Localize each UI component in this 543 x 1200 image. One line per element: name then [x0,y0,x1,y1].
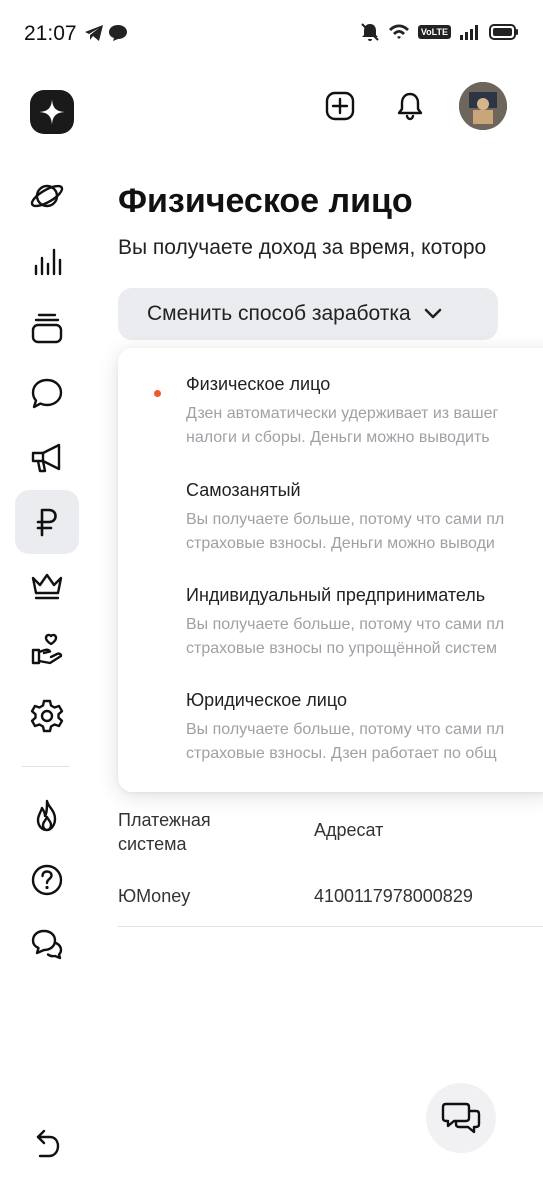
dropdown-item-desc-line1: Вы получаете больше, потому что сами пл [186,721,505,738]
dropdown-item-title: Юридическое лицо [186,690,347,710]
stats-bars-icon [34,248,62,276]
table-header-recipient: Адресат [314,820,384,840]
signal-icon [459,24,481,40]
change-button-label: Сменить способ заработка [147,302,411,325]
dropdown-item-desc-line2: налоги и сборы. Деньги можно выводить [186,429,490,446]
back-button[interactable] [28,1124,68,1164]
sidebar-item-settings[interactable] [15,684,79,748]
dropdown-item-title: Индивидуальный предприниматель [186,585,486,605]
status-time: 21:07 [24,22,77,45]
sidebar-item-help[interactable] [15,848,79,912]
sidebar-divider [22,766,70,767]
dropdown-item-title: Физическое лицо [186,374,331,394]
sidebar-item-support-chat[interactable] [15,912,79,976]
chevron-down-icon [424,308,442,319]
earning-method-dropdown: Физическое лицо Дзен автоматически удерж… [118,348,543,792]
dropdown-item-title: Самозанятый [186,480,301,500]
support-chat-button[interactable] [426,1083,496,1153]
page-title: Физическое лицо [118,182,413,220]
table-cell-payment-system: ЮMoney [118,886,191,906]
avatar[interactable] [459,82,507,130]
selected-dot-icon [154,390,161,397]
crown-icon [31,573,63,600]
dropdown-item-individual[interactable]: Физическое лицо Дзен автоматически удерж… [118,364,543,464]
dropdown-item-legal-entity[interactable]: Юридическое лицо Вы получаете больше, по… [118,680,543,780]
help-icon [31,864,63,896]
table-cell-recipient: 4100117978000829 [314,886,473,906]
dropdown-item-desc-line1: Вы получаете больше, потому что сами пл [186,511,505,528]
dropdown-item-desc-line2: страховые взносы. Деньги можно выводи [186,535,495,552]
ruble-icon [36,508,57,537]
chat-bubbles-icon [31,929,63,960]
avatar-image [459,82,507,130]
dropdown-item-desc-line1: Вы получаете больше, потому что сами пл [186,616,505,633]
dropdown-item-entrepreneur[interactable]: Индивидуальный предприниматель Вы получа… [118,575,543,675]
change-earning-method-button[interactable]: Сменить способ заработка [118,288,498,340]
status-right-icons: VoLTE [360,22,519,42]
sidebar [0,70,98,1200]
dropdown-item-self-employed[interactable]: Самозанятый Вы получаете больше, потому … [118,470,543,570]
chat-icon [441,1102,481,1134]
bell-muted-icon [360,22,380,42]
telegram-icon [84,24,104,42]
hand-heart-icon [31,633,63,665]
planet-icon [30,184,64,208]
sidebar-item-donations[interactable] [15,618,79,682]
bell-icon [397,92,423,121]
comment-bubble-icon [31,378,63,409]
sidebar-item-premium[interactable] [15,554,79,618]
sidebar-item-feed[interactable] [15,164,79,228]
stack-icon [31,313,63,344]
flame-icon [36,799,57,832]
sidebar-item-statistics[interactable] [15,230,79,294]
table-divider [118,926,543,927]
sidebar-item-trending[interactable] [15,784,79,848]
sidebar-item-promotion[interactable] [15,426,79,490]
status-bar: 21:07 VoLTE [0,0,543,70]
table-header-payment-system: Платежная система [118,810,211,854]
dropdown-item-desc-line2: страховые взносы. Дзен работает по общ [186,745,497,762]
sidebar-item-publications[interactable] [15,296,79,360]
wifi-icon [388,23,410,41]
chat-status-icon [108,24,128,42]
back-arrow-icon [36,1129,60,1158]
page-subtitle: Вы получаете доход за время, которо [118,236,487,259]
create-button[interactable] [318,84,362,128]
megaphone-icon [31,443,61,473]
gear-icon [30,699,64,733]
volte-badge: VoLTE [417,25,451,39]
battery-icon [489,24,519,40]
dropdown-item-desc-line2: страховые взносы по упрощённой систем [186,640,497,657]
sidebar-item-comments[interactable] [15,362,79,426]
sidebar-item-income[interactable] [15,490,79,554]
add-icon [325,91,355,121]
notifications-button[interactable] [388,84,432,128]
dropdown-item-desc-line1: Дзен автоматически удерживает из вашег [186,405,499,422]
status-left-icons [84,24,128,42]
